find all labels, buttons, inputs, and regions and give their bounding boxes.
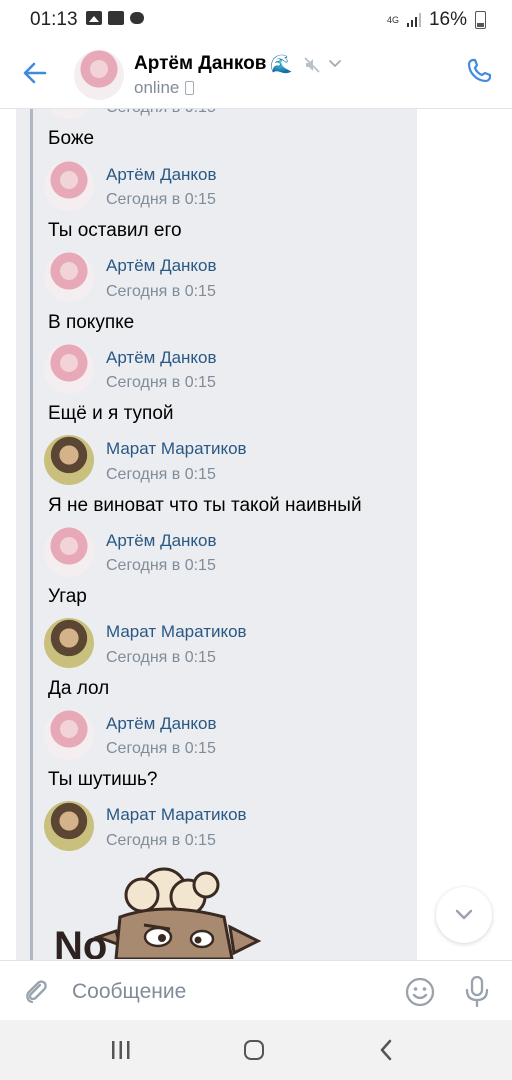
system-navigation-bar [0,1020,512,1080]
message-text: Ты шутишь? [48,769,158,790]
message-time: Сегодня в 0:15 [106,832,216,849]
voice-message-button[interactable] [464,975,490,1009]
battery-icon [475,11,486,29]
forward-quote-bar [30,109,33,960]
message-time: Сегодня в 0:15 [106,374,216,391]
attach-icon [26,980,47,1004]
chevron-down-icon [455,909,473,920]
home-icon[interactable] [244,1040,264,1060]
message-avatar[interactable] [44,710,94,760]
message-author[interactable]: Марат Маратиков [106,439,247,459]
contact-name-row[interactable]: Артём Данков 🌊 [134,53,293,75]
message-time: Сегодня в 0:15 [106,466,216,483]
message-input[interactable] [72,975,382,1009]
phone-icon [467,58,492,83]
message-text: Я не виноват что ты такой наивный [48,495,362,516]
status-bar: 01:13 4G 16% [0,0,512,40]
signal-icon [406,13,421,27]
contact-avatar[interactable] [74,50,124,100]
contact-status: online [134,78,195,98]
message-time: Сегодня в 0:15 [106,191,216,208]
message-time: Сегодня в 0:15 [106,283,216,300]
chat-header: Артём Данков 🌊 online [0,40,512,109]
message-avatar[interactable] [44,801,94,851]
message-time: Сегодня в 0:15 [106,649,216,666]
message-time: Сегодня в 0:15 [106,557,216,574]
call-button[interactable] [464,56,494,86]
emoji-button[interactable] [404,976,436,1008]
back-button[interactable] [20,58,50,88]
message-author[interactable]: Артём Данков [106,714,217,734]
sheep-sticker[interactable]: No [54,857,274,959]
message-avatar[interactable] [44,435,94,485]
message-time: Сегодня в 0:15 [106,740,216,757]
muted-icon [304,57,320,73]
message-text: Боже [48,128,95,149]
message-author[interactable]: Артём Данков [106,165,217,185]
message-author[interactable]: Марат Маратиков [106,622,247,642]
back-arrow-icon [23,62,47,84]
message-history[interactable]: Сегодня в 0:15 Боже Артём Данков Сегодня… [0,109,512,960]
message-author[interactable]: Марат Маратиков [106,805,247,825]
message-text: Угар [48,586,87,607]
chevron-down-icon[interactable] [328,59,342,69]
message-notification-icon [108,11,124,25]
microphone-icon [465,975,489,1008]
message-avatar[interactable] [44,252,94,302]
message-text: Да лол [48,678,110,699]
message-avatar[interactable] [44,527,94,577]
scroll-to-bottom-button[interactable] [436,887,492,943]
wave-emoji: 🌊 [270,53,293,74]
message-composer [0,960,512,1021]
message-author[interactable]: Артём Данков [106,531,217,551]
status-time: 01:13 [30,9,78,30]
chat-notification-icon [130,12,144,24]
sheep-sticker-image: No [54,867,262,959]
message-avatar[interactable] [44,161,94,211]
message-author[interactable]: Артём Данков [106,256,217,276]
system-back-icon[interactable] [378,1039,394,1061]
contact-name: Артём Данков [134,53,267,74]
network-type: 4G [386,14,399,25]
message-avatar[interactable] [44,344,94,394]
message-text: В покупке [48,312,135,333]
mobile-device-icon [185,81,195,95]
message-time: Сегодня в 0:15 [106,109,216,117]
gallery-notification-icon [86,11,102,25]
emoji-icon [405,977,435,1007]
recent-apps-icon[interactable] [110,1040,132,1060]
battery-percent: 16% [428,9,467,30]
message-author[interactable]: Артём Данков [106,348,217,368]
attach-button[interactable] [22,977,50,1005]
sticker-lettering: No [54,924,107,959]
message-avatar[interactable] [44,618,94,668]
message-text: Ещё и я тупой [48,403,174,424]
message-text: Ты оставил его [48,220,182,241]
